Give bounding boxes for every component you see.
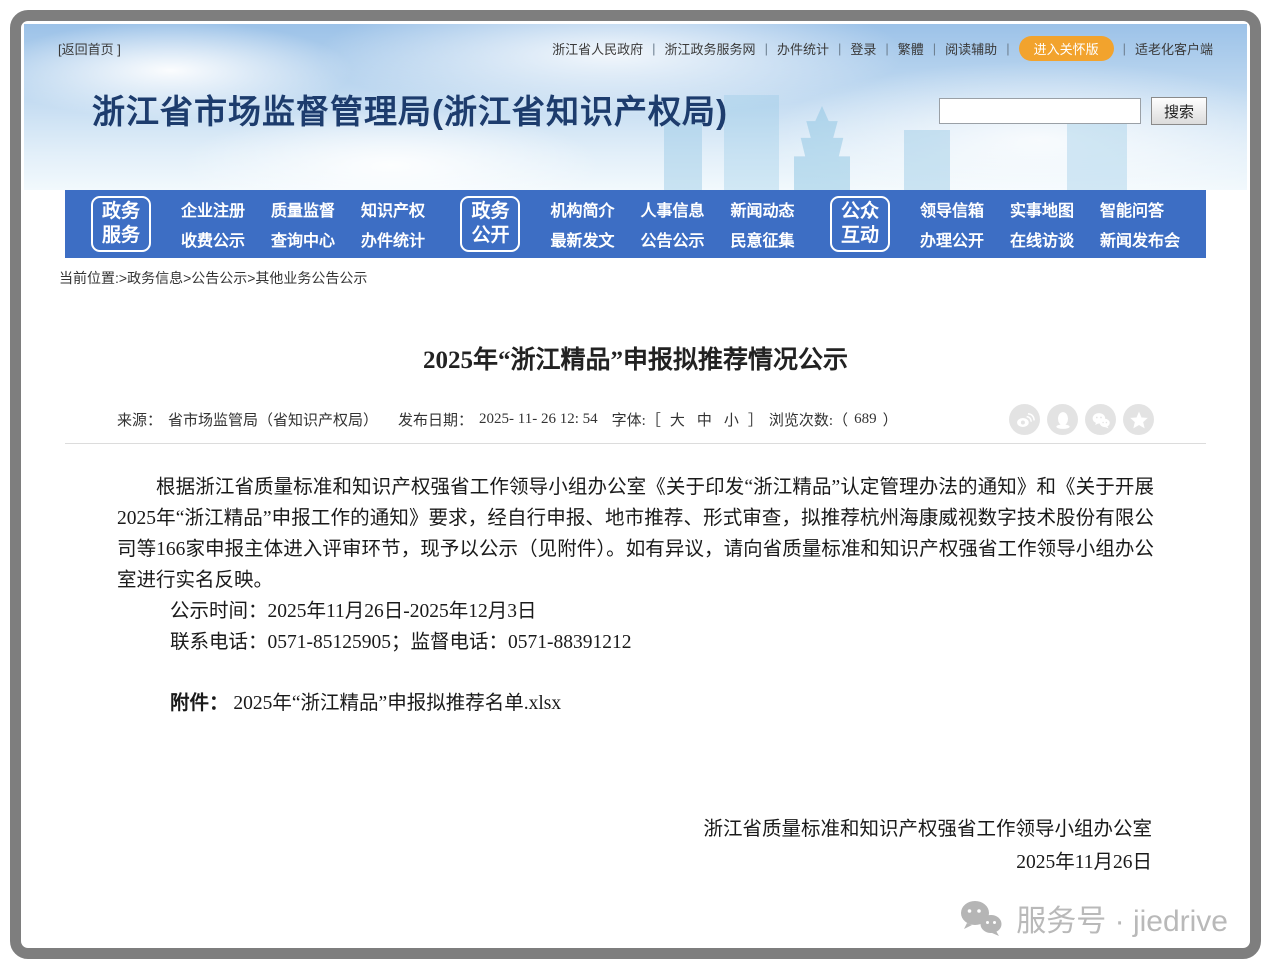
nav-links-disclosure: 机构简介 人事信息 新闻动态 最新发文 公告公示 民意征集 [550, 197, 794, 251]
views-prefix: 浏览次数:（ [769, 409, 848, 430]
nav-links-interaction: 领导信箱 实事地图 智能问答 办理公开 在线访谈 新闻发布会 [920, 197, 1180, 251]
nav-item-fact-map[interactable]: 实事地图 [1010, 197, 1074, 221]
date-value: 2025- 11- 26 12: 54 [479, 411, 598, 428]
separator: | [652, 41, 655, 56]
share-bar [1009, 404, 1154, 435]
nav-links-services: 企业注册 质量监督 知识产权 收费公示 查询中心 办件统计 [181, 197, 425, 251]
nav-item-query-center[interactable]: 查询中心 [271, 227, 335, 251]
nav-item-personnel-info[interactable]: 人事信息 [641, 197, 705, 221]
views-suffix: ） [883, 409, 898, 430]
attachment-link[interactable]: 2025年“浙江精品”申报拟推荐名单.xlsx [233, 693, 561, 714]
nav-item-smart-qa[interactable]: 智能问答 [1100, 197, 1164, 221]
nav-item-leader-mailbox[interactable]: 领导信箱 [920, 197, 984, 221]
nav-item-case-statistics[interactable]: 办件统计 [361, 227, 425, 251]
link-traditional-chinese[interactable]: 繁體 [898, 39, 924, 58]
contact-phone-line: 联系电话：0571-85125905；监督电话：0571-88391212 [117, 627, 1154, 658]
separator: | [838, 41, 841, 56]
link-login[interactable]: 登录 [850, 39, 876, 58]
publicity-period-line: 公示时间：2025年11月26日-2025年12月3日 [117, 596, 1154, 627]
nav-item-latest-documents[interactable]: 最新发文 [550, 227, 614, 251]
nav-item-org-profile[interactable]: 机构简介 [550, 197, 614, 221]
separator: | [933, 41, 936, 56]
badge-public-interaction[interactable]: 公众 互动 [830, 196, 890, 252]
signature-org: 浙江省质量标准和知识产权强省工作领导小组办公室 [117, 813, 1152, 846]
back-home-link[interactable]: [返回首页 ] [58, 39, 121, 58]
badge-government-disclosure[interactable]: 政务 公开 [460, 196, 520, 252]
link-case-stats[interactable]: 办件统计 [777, 39, 829, 58]
signature-block: 浙江省质量标准和知识产权强省工作领导小组办公室 2025年11月26日 [117, 813, 1154, 879]
date-label: 发布日期： [398, 409, 473, 430]
page-frame: [返回首页 ] 浙江省人民政府 | 浙江政务服务网 | 办件统计 | 登录 | … [10, 10, 1261, 959]
masthead: 浙江省市场监督管理局(浙江省知识产权局) 搜索 [24, 61, 1247, 133]
font-size-small[interactable]: 小 [724, 409, 739, 430]
nav-item-intellectual-property[interactable]: 知识产权 [361, 197, 425, 221]
article-meta: 来源： 省市场监管局（省知识产权局） 发布日期： 2025- 11- 26 12… [117, 404, 1154, 435]
nav-item-news[interactable]: 新闻动态 [731, 197, 795, 221]
qzone-share-icon[interactable] [1123, 404, 1154, 435]
weibo-share-icon[interactable] [1009, 404, 1040, 435]
breadcrumb: 当前位置:>政务信息>公告公示>其他业务公告公示 [59, 268, 1247, 290]
search-button[interactable]: 搜索 [1151, 97, 1207, 125]
separator: | [885, 41, 888, 56]
font-size-large[interactable]: 大 [670, 409, 685, 430]
attachment-label: 附件： [170, 693, 229, 714]
separator: | [1006, 41, 1009, 56]
source-value: 省市场监管局（省知识产权局） [168, 409, 378, 430]
link-reading-aid[interactable]: 阅读辅助 [945, 39, 997, 58]
meta-divider [65, 443, 1206, 444]
link-elder-client[interactable]: 适老化客户端 [1135, 39, 1213, 58]
nav-group-services: 政务 服务 企业注册 质量监督 知识产权 收费公示 查询中心 办件统计 [91, 196, 425, 252]
nav-item-quality-supervision[interactable]: 质量监督 [271, 197, 335, 221]
font-size-medium[interactable]: 中 [697, 409, 712, 430]
nav-item-handling-disclosure[interactable]: 办理公开 [920, 227, 984, 251]
utility-bar: [返回首页 ] 浙江省人民政府 | 浙江政务服务网 | 办件统计 | 登录 | … [24, 24, 1247, 61]
nav-item-online-interview[interactable]: 在线访谈 [1010, 227, 1074, 251]
paragraph-main: 根据浙江省质量标准和知识产权强省工作领导小组办公室《关于印发“浙江精品”认定管理… [117, 472, 1154, 596]
nav-group-interaction: 公众 互动 领导信箱 实事地图 智能问答 办理公开 在线访谈 新闻发布会 [830, 196, 1180, 252]
wechat-icon [958, 898, 1004, 938]
source-label: 来源： [117, 409, 162, 430]
page-title: 2025年“浙江精品”申报拟推荐情况公示 [117, 340, 1154, 376]
qq-share-icon[interactable] [1047, 404, 1078, 435]
font-size-prefix: 字体:［ [612, 409, 661, 430]
link-zj-service-net[interactable]: 浙江政务服务网 [665, 39, 756, 58]
nav-item-public-opinion[interactable]: 民意征集 [731, 227, 795, 251]
font-size-suffix: ］ [748, 409, 763, 430]
nav-item-announcements[interactable]: 公告公示 [641, 227, 705, 251]
skyline-decoration [904, 130, 950, 190]
badge-government-services[interactable]: 政务 服务 [91, 196, 151, 252]
article: 2025年“浙江精品”申报拟推荐情况公示 来源： 省市场监管局（省知识产权局） … [65, 340, 1206, 879]
wechat-share-icon[interactable] [1085, 404, 1116, 435]
separator: | [1123, 41, 1126, 56]
main-nav: 政务 服务 企业注册 质量监督 知识产权 收费公示 查询中心 办件统计 政务 公… [65, 190, 1206, 258]
watermark-text: 服务号 · jiedrive [1016, 896, 1228, 940]
article-body: 根据浙江省质量标准和知识产权强省工作领导小组办公室《关于印发“浙江精品”认定管理… [117, 472, 1154, 719]
utility-links: 浙江省人民政府 | 浙江政务服务网 | 办件统计 | 登录 | 繁體 | 阅读辅… [552, 36, 1213, 61]
site-title: 浙江省市场监督管理局(浙江省知识产权局) [92, 85, 728, 133]
separator: | [765, 41, 768, 56]
care-version-button[interactable]: 进入关怀版 [1019, 36, 1114, 61]
views-count: 689 [854, 411, 877, 428]
header-banner: [返回首页 ] 浙江省人民政府 | 浙江政务服务网 | 办件统计 | 登录 | … [24, 24, 1247, 190]
search-input[interactable] [939, 98, 1141, 124]
nav-item-enterprise-registration[interactable]: 企业注册 [181, 197, 245, 221]
nav-item-press-conference[interactable]: 新闻发布会 [1100, 227, 1180, 251]
signature-date: 2025年11月26日 [117, 846, 1152, 879]
nav-item-fee-publicity[interactable]: 收费公示 [181, 227, 245, 251]
watermark: 服务号 · jiedrive [958, 896, 1228, 940]
link-zj-gov[interactable]: 浙江省人民政府 [552, 39, 643, 58]
nav-group-disclosure: 政务 公开 机构简介 人事信息 新闻动态 最新发文 公告公示 民意征集 [460, 196, 794, 252]
search-box: 搜索 [939, 97, 1207, 125]
attachment-line: 附件： 2025年“浙江精品”申报拟推荐名单.xlsx [117, 688, 1154, 719]
